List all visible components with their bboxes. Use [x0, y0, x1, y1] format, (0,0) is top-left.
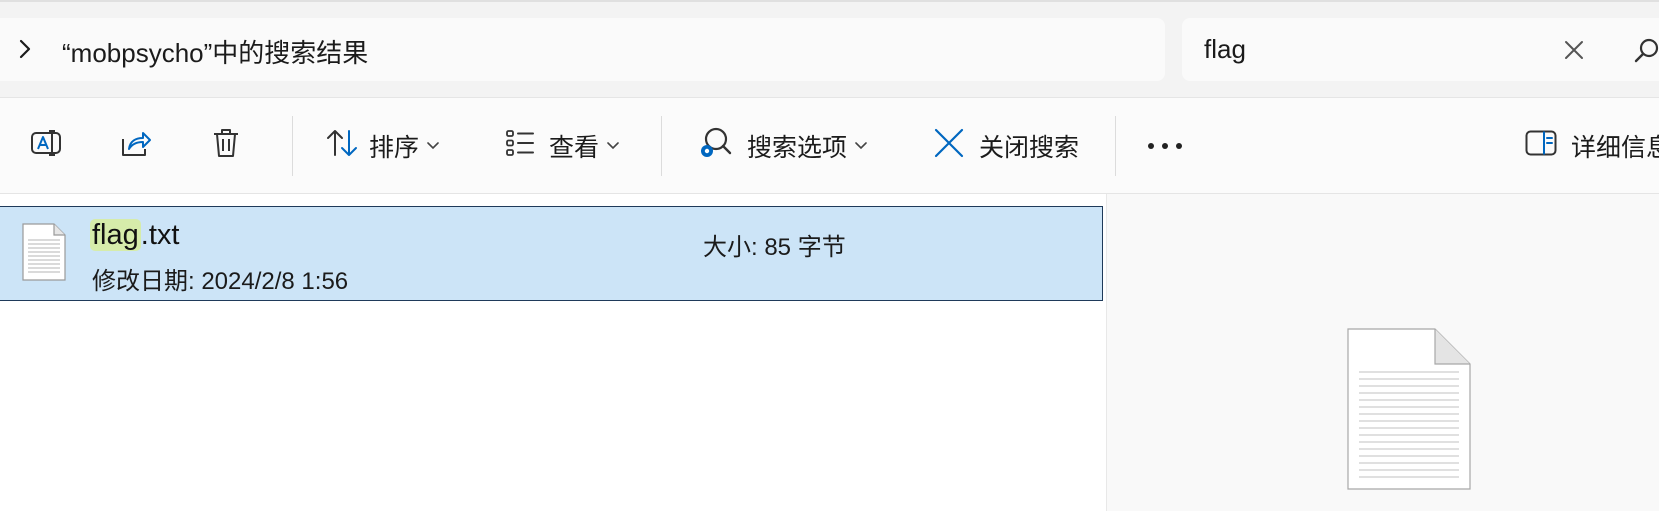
sort-label: 排序 — [369, 133, 420, 162]
close-search-label: 关闭搜索 — [979, 133, 1080, 162]
rename-button[interactable] — [30, 98, 62, 193]
text-file-icon — [22, 223, 66, 286]
sort-button[interactable]: 排序 — [325, 98, 439, 193]
top-bar: “mobpsycho”中的搜索结果 flag — [0, 0, 1659, 98]
file-extension: .txt — [140, 219, 180, 251]
search-options-button[interactable]: 搜索选项 — [697, 98, 867, 193]
content-area: flag.txt 修改日期: 2024/2/8 1:56 大小: 85 字节 — [0, 194, 1659, 511]
search-icon[interactable] — [1633, 37, 1659, 65]
modified-date: 修改日期: 2024/2/8 1:56 — [92, 268, 349, 295]
search-box[interactable]: flag — [1182, 18, 1659, 81]
toolbar-separator — [1115, 116, 1116, 176]
sort-arrows-icon — [325, 127, 359, 164]
chevron-down-icon — [427, 137, 439, 155]
trash-icon — [211, 127, 241, 164]
list-item[interactable]: flag.txt 修改日期: 2024/2/8 1:56 大小: 85 字节 — [0, 206, 1103, 301]
details-pane-button[interactable]: 详细信息 — [1525, 98, 1659, 193]
clear-search-icon[interactable] — [1561, 37, 1587, 63]
details-label: 详细信息 — [1571, 133, 1659, 162]
search-input[interactable]: flag — [1204, 34, 1246, 65]
share-button[interactable] — [120, 98, 152, 193]
file-name[interactable]: flag.txt — [90, 219, 180, 252]
chevron-right-icon[interactable] — [12, 36, 38, 62]
share-icon — [120, 127, 152, 164]
top-border — [0, 0, 1659, 2]
close-x-icon — [933, 127, 965, 164]
details-pane-icon — [1525, 130, 1557, 161]
search-match-highlight: flag — [90, 219, 141, 251]
view-list-icon — [505, 128, 535, 163]
view-button[interactable]: 查看 — [505, 98, 619, 193]
search-options-label: 搜索选项 — [747, 133, 848, 162]
more-dots-icon — [1147, 137, 1183, 155]
chevron-down-icon — [607, 137, 619, 155]
breadcrumb[interactable]: “mobpsycho”中的搜索结果 — [62, 33, 368, 70]
more-options-button[interactable] — [1147, 98, 1183, 193]
document-preview-icon — [1347, 328, 1471, 495]
file-size: 大小: 85 字节 — [703, 234, 846, 261]
delete-button[interactable] — [211, 98, 241, 193]
chevron-down-icon — [855, 137, 867, 155]
view-label: 查看 — [549, 133, 600, 162]
toolbar-separator — [292, 116, 293, 176]
address-bar[interactable]: “mobpsycho”中的搜索结果 — [0, 18, 1165, 81]
close-search-button[interactable]: 关闭搜索 — [933, 98, 1079, 193]
preview-pane — [1107, 194, 1659, 511]
toolbar-separator — [661, 116, 662, 176]
search-options-icon — [697, 125, 733, 166]
rename-icon — [30, 127, 62, 164]
command-bar: 排序 查看 搜索选项 关闭搜索 详细信息 — [0, 98, 1659, 194]
